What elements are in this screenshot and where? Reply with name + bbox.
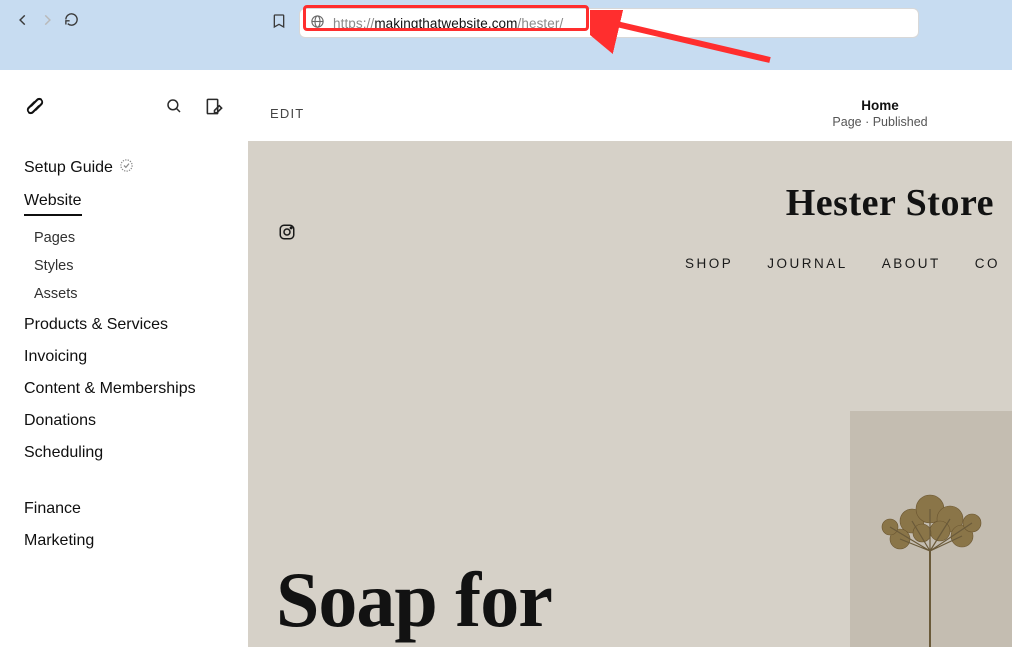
sidebar-item-content-memberships[interactable]: Content & Memberships <box>24 380 224 398</box>
sidebar-item-scheduling[interactable]: Scheduling <box>24 444 224 462</box>
sidebar-item-label: Scheduling <box>24 444 103 462</box>
sidebar-top <box>0 95 248 122</box>
canvas-toolbar: EDIT Home Page · Published <box>248 86 1012 141</box>
site-nav-contact[interactable]: CO <box>975 256 1000 271</box>
sidebar-item-label: Pages <box>34 230 75 246</box>
url-path: /hester/ <box>518 16 564 31</box>
edit-button[interactable]: EDIT <box>270 106 304 121</box>
sidebar-item-invoicing[interactable]: Invoicing <box>24 348 224 366</box>
sidebar-item-label: Assets <box>34 286 78 302</box>
page-meta: Home Page · Published <box>582 98 677 129</box>
page-status: Page · Published <box>832 115 927 129</box>
address-bar-wrap: https:// makingthatwebsite.com /hester/ <box>271 8 919 38</box>
sidebar-item-setup-guide[interactable]: Setup Guide <box>24 158 224 178</box>
site-nav-about[interactable]: ABOUT <box>882 256 941 271</box>
address-bar[interactable]: https:// makingthatwebsite.com /hester/ <box>299 8 919 38</box>
sidebar-subnav-website: Pages Styles Assets <box>34 230 224 302</box>
browser-chrome: https:// makingthatwebsite.com /hester/ <box>0 0 1012 70</box>
page-title: Home <box>832 98 927 113</box>
sidebar-action-icons <box>165 97 224 121</box>
sidebar-item-finance[interactable]: Finance <box>24 500 224 518</box>
nav-controls <box>16 8 79 27</box>
sidebar-item-label: Products & Services <box>24 316 168 334</box>
url-protocol: https:// <box>333 16 374 31</box>
squarespace-logo-icon[interactable] <box>24 95 46 122</box>
hero-headline: Soap for <box>276 561 552 639</box>
search-icon[interactable] <box>165 97 183 120</box>
site-preview[interactable]: Hester Store SHOP JOURNAL ABOUT CO Soap … <box>248 141 1012 647</box>
sidebar-item-donations[interactable]: Donations <box>24 412 224 430</box>
app-container: Setup Guide Website Pages Styles Assets … <box>0 70 1012 647</box>
sidebar-item-label: Styles <box>34 258 74 274</box>
sidebar-item-label: Finance <box>24 500 81 518</box>
sidebar-item-products-services[interactable]: Products & Services <box>24 316 224 334</box>
forward-button[interactable] <box>40 13 54 27</box>
site-nav-journal[interactable]: JOURNAL <box>767 256 848 271</box>
sidebar-subitem-pages[interactable]: Pages <box>34 230 224 246</box>
site-nav-shop[interactable]: SHOP <box>685 256 733 271</box>
url-domain: makingthatwebsite.com <box>374 16 517 31</box>
sidebar-item-marketing[interactable]: Marketing <box>24 532 224 550</box>
edit-page-icon[interactable] <box>205 97 224 121</box>
sidebar-item-label: Marketing <box>24 532 94 550</box>
back-button[interactable] <box>16 13 30 27</box>
sidebar-nav: Setup Guide Website Pages Styles Assets … <box>0 158 248 550</box>
sidebar-item-label: Content & Memberships <box>24 380 196 398</box>
sidebar-item-label: Setup Guide <box>24 159 113 177</box>
bookmark-icon[interactable] <box>271 12 287 35</box>
hero-image <box>850 411 1012 647</box>
sidebar: Setup Guide Website Pages Styles Assets … <box>0 70 248 647</box>
globe-icon <box>310 14 325 32</box>
instagram-icon[interactable] <box>278 223 296 246</box>
site-nav: SHOP JOURNAL ABOUT CO <box>685 256 1000 271</box>
sidebar-subitem-assets[interactable]: Assets <box>34 286 224 302</box>
sidebar-item-label: Website <box>24 192 82 216</box>
sidebar-subitem-styles[interactable]: Styles <box>34 258 224 274</box>
site-title[interactable]: Hester Store <box>786 181 994 225</box>
reload-button[interactable] <box>64 12 79 27</box>
sidebar-item-label: Donations <box>24 412 96 430</box>
check-badge-icon <box>119 158 134 178</box>
nav-spacer <box>24 476 224 500</box>
sidebar-item-website[interactable]: Website <box>24 192 224 216</box>
editor-canvas: EDIT Home Page · Published Hester Store … <box>248 70 1012 647</box>
sidebar-item-label: Invoicing <box>24 348 87 366</box>
